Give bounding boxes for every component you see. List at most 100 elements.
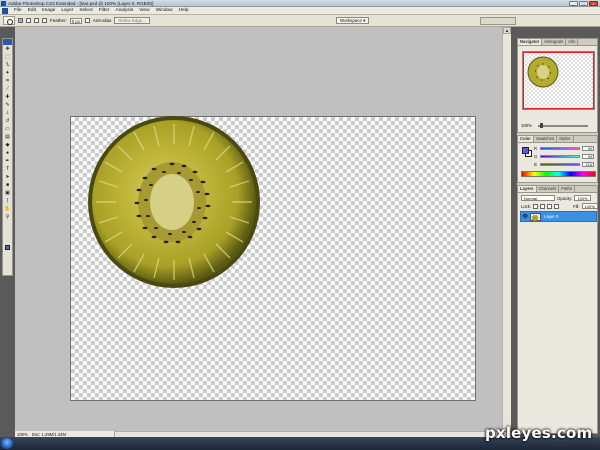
eraser-tool-icon[interactable]: ▭	[3, 125, 12, 133]
app-icon	[1, 1, 6, 6]
menu-image[interactable]: Image	[39, 7, 58, 15]
blue-slider[interactable]	[540, 163, 580, 166]
opacity-label: Opacity:	[557, 195, 573, 201]
green-value[interactable]: 93	[582, 154, 594, 159]
zoom-tool-icon[interactable]: ⚲	[3, 213, 12, 221]
maximize-button[interactable]: □	[579, 1, 588, 6]
dodge-tool-icon[interactable]: ●	[3, 149, 12, 157]
vertical-scrollbar[interactable]: ▲	[502, 27, 511, 431]
palette-dock: Navigator Histogram Info 100% Color Swat…	[517, 38, 598, 434]
lock-transparency-icon[interactable]	[533, 203, 539, 209]
foreground-color-swatch[interactable]	[5, 245, 10, 250]
pen-tool-icon[interactable]: ✒	[3, 157, 12, 165]
tab-paths[interactable]: Paths	[559, 186, 575, 192]
opacity-input[interactable]: 100%	[574, 195, 591, 201]
magic-wand-tool-icon[interactable]: ✦	[3, 69, 12, 77]
menu-filter[interactable]: Filter	[96, 7, 113, 15]
hand-tool-icon[interactable]: ✋	[3, 205, 12, 213]
menu-help[interactable]: Help	[176, 7, 192, 15]
layer-name[interactable]: Layer 0	[544, 212, 558, 222]
blue-label: B	[534, 162, 537, 167]
color-tabs: Color Swatches Styles	[518, 136, 597, 143]
move-tool-icon[interactable]: ✥	[3, 45, 12, 53]
tab-channels[interactable]: Channels	[537, 186, 560, 192]
visibility-eye-icon[interactable]: 👁	[522, 215, 528, 220]
workspace-button[interactable]: Workspace ▾	[336, 17, 370, 24]
zoom-level[interactable]: 100%	[17, 432, 28, 437]
minimize-button[interactable]: _	[569, 1, 578, 6]
slice-tool-icon[interactable]: ⟋	[3, 85, 12, 93]
brush-tool-icon[interactable]: ✎	[3, 101, 12, 109]
navigator-zoom-slider[interactable]	[538, 123, 588, 128]
start-button-icon[interactable]	[1, 438, 13, 449]
healing-brush-tool-icon[interactable]: ✚	[3, 93, 12, 101]
menu-layer[interactable]: Layer	[58, 7, 76, 15]
options-bar: Feather: 0 px Anti-alias Refine Edge... …	[0, 15, 600, 27]
shape-tool-icon[interactable]: ■	[3, 181, 12, 189]
tab-swatches[interactable]: Swatches	[534, 136, 558, 142]
clone-stamp-tool-icon[interactable]: ⊥	[3, 109, 12, 117]
tab-navigator[interactable]: Navigator	[518, 39, 543, 45]
blend-mode-select[interactable]: Normal	[521, 195, 555, 201]
blur-tool-icon[interactable]: ◆	[3, 141, 12, 149]
tab-histogram[interactable]: Histogram	[542, 39, 567, 45]
blend-row: Normal Opacity: 100%	[521, 195, 591, 201]
menu-view[interactable]: View	[136, 7, 152, 15]
zoom-slider-handle[interactable]	[540, 123, 543, 128]
green-slider[interactable]	[540, 155, 580, 158]
intersect-selection-button[interactable]	[42, 18, 47, 23]
path-selection-tool-icon[interactable]: ➤	[3, 173, 12, 181]
refine-edge-button[interactable]: Refine Edge...	[114, 17, 150, 24]
type-tool-icon[interactable]: T	[3, 165, 12, 173]
blue-value[interactable]: 216	[582, 162, 594, 167]
tab-color[interactable]: Color	[518, 136, 534, 142]
layer-thumbnail	[530, 213, 541, 221]
layers-tabs: Layers Channels Paths	[518, 186, 597, 193]
fill-label: Fill:	[573, 203, 580, 209]
history-brush-tool-icon[interactable]: ↺	[3, 117, 12, 125]
lasso-tool-preset-icon[interactable]	[3, 16, 15, 25]
feather-label: Feather:	[50, 18, 67, 23]
tab-layers[interactable]: Layers	[518, 186, 537, 192]
menu-edit[interactable]: Edit	[25, 7, 39, 15]
menu-analysis[interactable]: Analysis	[112, 7, 136, 15]
subtract-selection-button[interactable]	[34, 18, 39, 23]
gradient-tool-icon[interactable]: ▤	[3, 133, 12, 141]
menu-select[interactable]: Select	[76, 7, 95, 15]
navigator-zoom-value[interactable]: 100%	[521, 123, 532, 128]
navigator-kiwi-thumb	[527, 56, 559, 88]
fill-input[interactable]: 100%	[581, 203, 598, 209]
add-selection-button[interactable]	[26, 18, 31, 23]
lock-all-icon[interactable]	[554, 203, 560, 209]
color-spectrum-ramp[interactable]	[521, 171, 596, 177]
red-label: R	[534, 146, 538, 151]
marquee-tool-icon[interactable]: ⬚	[3, 53, 12, 61]
feather-input[interactable]: 0 px	[69, 17, 82, 24]
ps-logo-icon	[2, 7, 8, 14]
red-value[interactable]: 90	[582, 146, 594, 151]
lock-label: Lock:	[521, 203, 532, 209]
lock-pixels-icon[interactable]	[540, 203, 546, 209]
window-controls: _ □ x	[569, 1, 598, 6]
doc-size: Doc: 1.29M/1.44M	[31, 431, 66, 437]
tab-info[interactable]: Info	[566, 39, 579, 45]
new-selection-button[interactable]	[18, 18, 23, 23]
lock-row: Lock: Fill: 100%	[521, 203, 598, 209]
layer-row[interactable]: 👁 Layer 0	[520, 211, 597, 222]
lock-position-icon[interactable]	[547, 203, 553, 209]
eyedropper-tool-icon[interactable]: ⟆	[3, 197, 12, 205]
menu-window[interactable]: Window	[153, 7, 176, 15]
color-panel: Color Swatches Styles R 90 G 93 B 216	[517, 135, 598, 183]
color-fg-swatch[interactable]	[522, 147, 529, 154]
crop-tool-icon[interactable]: ⌗	[3, 77, 12, 85]
tab-styles[interactable]: Styles	[557, 136, 574, 142]
kiwi-slice-image[interactable]	[86, 114, 262, 290]
red-slider-row: R 90	[534, 146, 596, 152]
notes-tool-icon[interactable]: ▣	[3, 189, 12, 197]
close-button[interactable]: x	[589, 1, 598, 6]
menu-file[interactable]: File	[11, 7, 25, 15]
lasso-tool-icon[interactable]: ᔐ	[3, 61, 12, 69]
scroll-up-arrow-icon[interactable]: ▲	[503, 27, 511, 34]
antialias-checkbox[interactable]	[84, 18, 90, 23]
red-slider[interactable]	[540, 147, 580, 150]
